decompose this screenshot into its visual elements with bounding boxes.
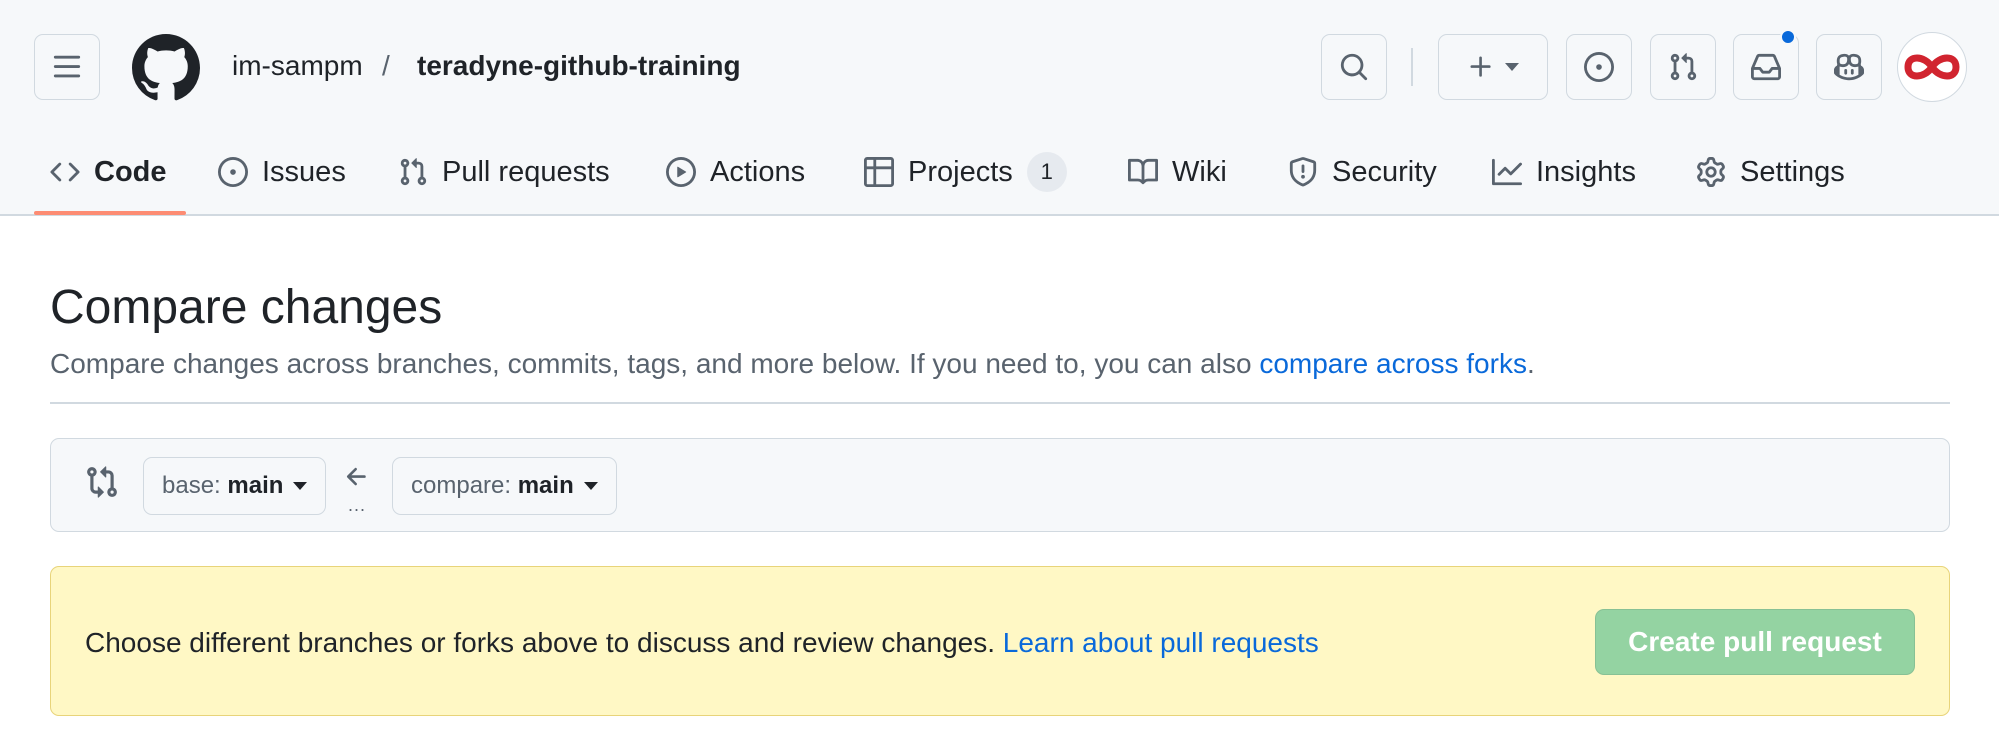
tab-wiki-label: Wiki (1172, 155, 1227, 188)
flash-text: Choose different branches or forks above… (85, 627, 1003, 658)
tab-issues[interactable]: Issues (218, 128, 346, 216)
search-button[interactable] (1321, 34, 1387, 100)
tab-settings-label: Settings (1740, 155, 1845, 188)
divider (50, 402, 1950, 404)
copilot-icon (1834, 53, 1864, 81)
create-new-button[interactable] (1438, 34, 1548, 100)
base-value: main (227, 472, 284, 499)
breadcrumb-owner[interactable]: im-sampm (232, 50, 363, 82)
hamburger-menu-icon (53, 55, 81, 78)
tab-insights[interactable]: Insights (1492, 128, 1636, 216)
github-logo-icon[interactable] (132, 34, 200, 102)
infinity-avatar-icon (1904, 54, 1960, 80)
pull-request-icon (1670, 53, 1697, 81)
compare-branch-select[interactable]: compare: main (392, 457, 617, 515)
tab-settings[interactable]: Settings (1696, 128, 1845, 216)
table-icon (864, 157, 894, 187)
tab-wiki[interactable]: Wiki (1128, 128, 1227, 216)
compare-flash-notice: Choose different branches or forks above… (50, 566, 1950, 716)
create-pull-request-button[interactable]: Create pull request (1595, 609, 1915, 675)
subtitle-end: . (1526, 348, 1535, 379)
repo-header: im-sampm / teradyne-github-training Code… (0, 0, 1999, 216)
triangle-down-icon (583, 482, 598, 490)
copilot-button[interactable] (1816, 34, 1882, 100)
selected-tab-underline (34, 211, 186, 215)
tab-pull-requests-label: Pull requests (442, 155, 610, 188)
page-title: Compare changes (50, 281, 443, 334)
notifications-button[interactable] (1733, 29, 1799, 100)
tab-actions[interactable]: Actions (666, 128, 805, 216)
gear-icon (1696, 157, 1726, 187)
tab-actions-label: Actions (710, 155, 806, 188)
breadcrumb-repo[interactable]: teradyne-github-training (417, 50, 741, 82)
git-pull-request-icon (398, 157, 428, 187)
range-dots: ... (348, 495, 367, 515)
tab-pull-requests[interactable]: Pull requests (398, 128, 610, 216)
arrow-left-icon (343, 463, 371, 496)
inbox-icon (1751, 53, 1781, 81)
tab-code-label: Code (94, 155, 167, 188)
subtitle-text: Compare changes across branches, commits… (50, 348, 1260, 379)
code-icon (50, 157, 80, 187)
search-icon (1340, 53, 1368, 81)
tab-insights-label: Insights (1536, 155, 1636, 188)
compare-across-forks-link[interactable]: compare across forks (1259, 348, 1527, 379)
header-divider (1411, 48, 1413, 86)
range-editor: base: main ... compare: main (50, 438, 1950, 532)
triangle-down-icon (1505, 63, 1519, 71)
your-issues-button[interactable] (1566, 34, 1632, 100)
projects-counter: 1 (1026, 152, 1067, 192)
your-pull-requests-button[interactable] (1650, 34, 1716, 100)
tab-security-label: Security (1332, 155, 1437, 188)
user-avatar[interactable] (1897, 32, 1967, 102)
plus-icon (1470, 56, 1491, 77)
git-compare-icon (85, 465, 119, 504)
play-icon (666, 157, 696, 187)
tab-issues-label: Issues (262, 155, 346, 188)
base-branch-select[interactable]: base: main (143, 457, 327, 515)
tab-code[interactable]: Code (50, 128, 167, 216)
compare-label: compare: main (411, 472, 574, 499)
graph-icon (1492, 157, 1522, 187)
issue-icon (1584, 52, 1614, 82)
compare-value: main (517, 472, 574, 499)
repo-tabs: Code Issues Pull requests Actions Projec (0, 128, 1999, 216)
notification-indicator (1780, 29, 1796, 45)
issue-opened-icon (218, 157, 248, 187)
tab-security[interactable]: Security (1288, 128, 1437, 216)
breadcrumb-separator: / (382, 50, 390, 81)
shield-icon (1288, 157, 1318, 187)
menu-button[interactable] (34, 34, 100, 100)
learn-about-pull-requests-link[interactable]: Learn about pull requests (1003, 627, 1319, 658)
triangle-down-icon (293, 482, 308, 490)
page-subtitle: Compare changes across branches, commits… (50, 348, 1535, 380)
book-icon (1128, 157, 1158, 187)
flash-message: Choose different branches or forks above… (85, 627, 1319, 659)
tab-projects[interactable]: Projects 1 (864, 128, 1067, 216)
tab-projects-label: Projects (908, 155, 1013, 188)
base-label: base: main (162, 472, 284, 499)
